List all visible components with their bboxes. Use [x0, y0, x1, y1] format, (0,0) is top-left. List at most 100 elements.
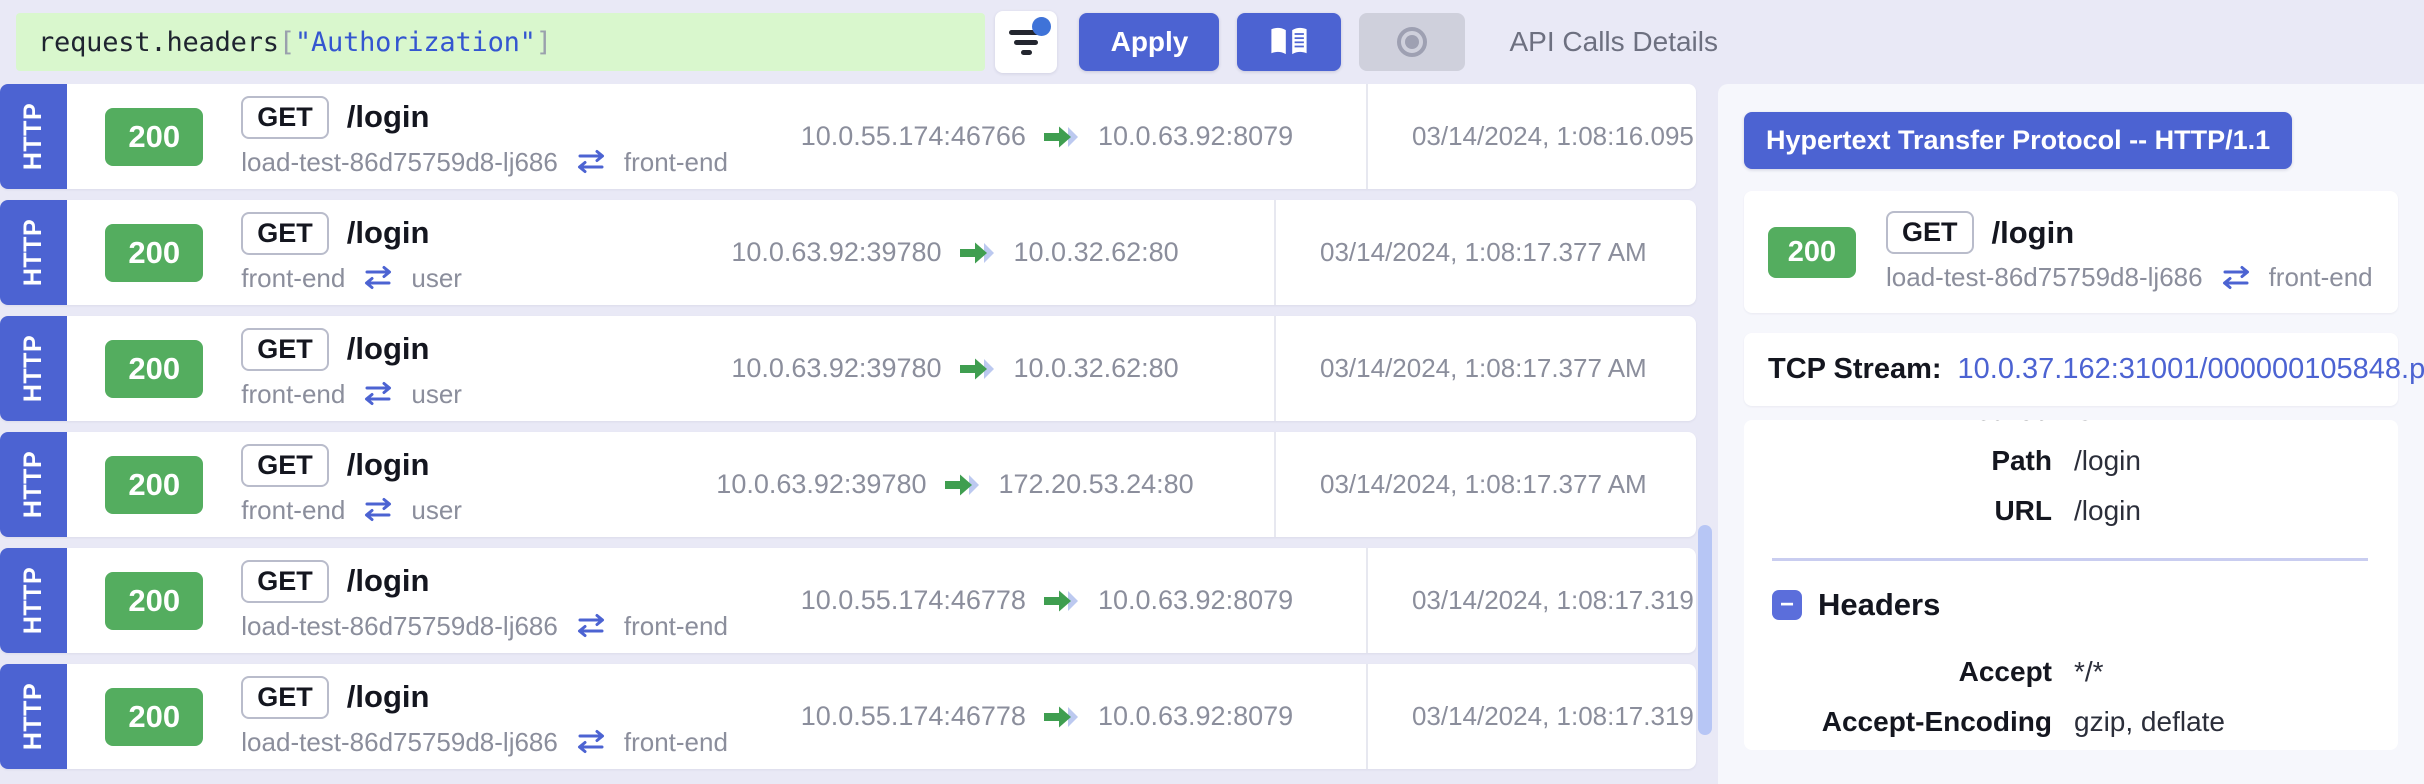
detail-field-value: /login [2074, 495, 2141, 526]
timestamp-cell: 03/14/2024, 1:08:17.319 AM [1411, 701, 1696, 731]
call-source: load-test-86d75759d8-lj686 [241, 726, 558, 757]
detail-field-value: GET [2074, 420, 2132, 427]
call-path: /login [346, 563, 430, 598]
header-field-key: Accept-Encoding [1821, 706, 2052, 737]
source-address: 10.0.55.174:46766 [800, 121, 1026, 151]
timestamp-cell: 03/14/2024, 1:08:16.095 AM [1411, 121, 1696, 151]
detail-field-row: URL/login [1744, 486, 2368, 536]
table-row[interactable]: HTTP 200 GET/login front-end user 10.0.63.92:… [0, 316, 1696, 421]
query-dot: . [150, 26, 167, 58]
table-row[interactable]: HTTP 200 GET/login load-test-86d75759d8-lj6… [0, 664, 1696, 769]
query-input[interactable]: request. headers["Authorization"] [16, 13, 986, 71]
status-badge: 200 [105, 339, 204, 398]
direction-arrow-icon [1043, 706, 1078, 727]
filter-button[interactable] [995, 11, 1058, 73]
call-destination: front-end [623, 726, 728, 757]
detail-fields-scroll[interactable]: MethodGETPath/loginURL/login − Headers A… [1744, 420, 2398, 750]
method-pill: GET [241, 443, 329, 487]
list-scrollbar[interactable] [1698, 84, 1712, 784]
table-row[interactable]: HTTP 200 GET/login front-end user 10.0.63.92:… [0, 200, 1696, 305]
direction-arrow-icon [1043, 590, 1078, 611]
docs-button[interactable] [1237, 13, 1342, 71]
detail-method-pill: GET [1886, 211, 1974, 254]
tcp-stream-label: TCP Stream: [1768, 353, 1942, 385]
timestamp-cell: 03/14/2024, 1:08:17.319 AM [1411, 585, 1696, 615]
query-open-bracket: [ [278, 26, 295, 58]
table-row[interactable]: HTTP 200 GET/login front-end user 10.0.63.92:… [0, 432, 1696, 537]
direction-arrow-icon [959, 242, 994, 263]
bidirectional-arrow-icon [577, 150, 604, 173]
protocol-tab: HTTP [0, 664, 68, 769]
call-line-primary: GET/login [241, 95, 728, 139]
direction-arrow-icon [1043, 126, 1078, 147]
detail-field-key: Path [1991, 445, 2052, 476]
call-line-primary: GET/login [241, 675, 728, 719]
call-line-endpoints: front-end user [241, 379, 636, 410]
api-calls-screen: request.headers["Authorization"] Apply [0, 0, 2424, 784]
bidirectional-arrow-icon [365, 266, 392, 289]
table-row[interactable]: HTTP 200 GET/login load-test-86d75759d8-lj6… [0, 84, 1696, 189]
timestamp-cell: 03/14/2024, 1:08:17.377 AM [1320, 469, 1647, 499]
header-field-row: Accept-Encoding gzip, deflate [1744, 697, 2368, 747]
direction-arrow-icon [944, 474, 979, 495]
address-column: 10.0.55.174:46778 10.0.63.92:8079 [728, 664, 1368, 769]
detail-fields-inner: MethodGETPath/loginURL/login − Headers A… [1744, 420, 2368, 750]
protocol-tab: HTTP [0, 548, 68, 653]
call-summary: GET/login load-test-86d75759d8-lj686 front… [241, 664, 728, 769]
record-button[interactable] [1359, 13, 1466, 71]
timestamp-cell: 03/14/2024, 1:08:17.377 AM [1320, 237, 1647, 267]
protocol-label: HTTP [19, 334, 48, 403]
detail-fields: MethodGETPath/loginURL/login [1744, 420, 2368, 536]
call-destination: user [411, 378, 462, 409]
status-badge: 200 [105, 571, 204, 630]
call-destination: user [411, 262, 462, 293]
header-field-key: Accept [1958, 656, 2052, 687]
protocol-tab: HTTP [0, 316, 68, 421]
detail-card: Hypertext Transfer Protocol -- HTTP/1.1 … [1718, 84, 2424, 784]
detail-path: /login [1991, 214, 2075, 250]
destination-address: 10.0.32.62:80 [1013, 237, 1179, 267]
source-address: 10.0.63.92:39780 [731, 353, 942, 383]
address-column: 10.0.55.174:46778 10.0.63.92:8079 [728, 548, 1368, 653]
protocol-tab: HTTP [0, 432, 68, 537]
method-pill: GET [241, 675, 329, 719]
protocol-tab: HTTP [0, 200, 68, 305]
protocol-chip[interactable]: Hypertext Transfer Protocol -- HTTP/1.1 [1744, 112, 2293, 169]
table-row[interactable]: HTTP 200 GET/login load-test-86d75759d8-lj6… [0, 548, 1696, 653]
toolbar: request.headers["Authorization"] Apply [0, 0, 1718, 84]
call-line-endpoints: load-test-86d75759d8-lj686 front-end [241, 727, 728, 758]
apply-button[interactable]: Apply [1079, 13, 1220, 71]
call-summary: GET/login front-end user [241, 200, 636, 305]
destination-address: 10.0.63.92:8079 [1097, 121, 1294, 151]
bidirectional-arrow-icon [577, 730, 604, 753]
bidirectional-arrow-icon [2222, 265, 2249, 289]
call-source: load-test-86d75759d8-lj686 [241, 610, 558, 641]
method-pill: GET [241, 327, 329, 371]
detail-summary-line2: load-test-86d75759d8-lj686 front-end [1886, 262, 2374, 293]
collapse-toggle-icon[interactable]: − [1772, 590, 1802, 620]
query-input-wrapper: request. headers["Authorization"] [16, 12, 986, 72]
timestamp-cell: 03/14/2024, 1:08:17.377 AM [1320, 353, 1647, 383]
protocol-tab: HTTP [0, 84, 68, 189]
call-line-primary: GET/login [241, 327, 636, 371]
list-scrollbar-thumb[interactable] [1698, 525, 1712, 735]
detail-field-row: Path/login [1744, 436, 2368, 486]
status-badge: 200 [105, 455, 204, 514]
address-column: 10.0.63.92:39780 10.0.32.62:80 [636, 200, 1276, 305]
record-icon [1397, 27, 1428, 57]
detail-field-row: MethodGET [1744, 420, 2368, 436]
address-column: 10.0.63.92:39780 172.20.53.24:80 [636, 432, 1276, 537]
detail-summary-main: GET /login load-test-86d75759d8-lj686 fr… [1886, 211, 2374, 293]
call-summary: GET/login load-test-86d75759d8-lj686 front… [241, 548, 728, 653]
call-line-primary: GET/login [241, 211, 636, 255]
call-path: /login [346, 447, 430, 482]
call-summary: GET/login load-test-86d75759d8-lj686 front… [241, 84, 728, 189]
headers-section-title: Headers [1818, 587, 1941, 622]
query-string: "Authorization" [294, 26, 536, 58]
calls-list[interactable]: HTTP 200 GET/login load-test-86d75759d8-lj6… [0, 84, 1718, 784]
calls-rows: HTTP 200 GET/login load-test-86d75759d8-lj6… [0, 84, 1696, 769]
tcp-stream-link[interactable]: 10.0.37.162:31001/000000105848.pcap [1958, 353, 2424, 386]
method-pill: GET [241, 95, 329, 139]
call-line-endpoints: front-end user [241, 495, 636, 526]
call-line-endpoints: load-test-86d75759d8-lj686 front-end [241, 611, 728, 642]
